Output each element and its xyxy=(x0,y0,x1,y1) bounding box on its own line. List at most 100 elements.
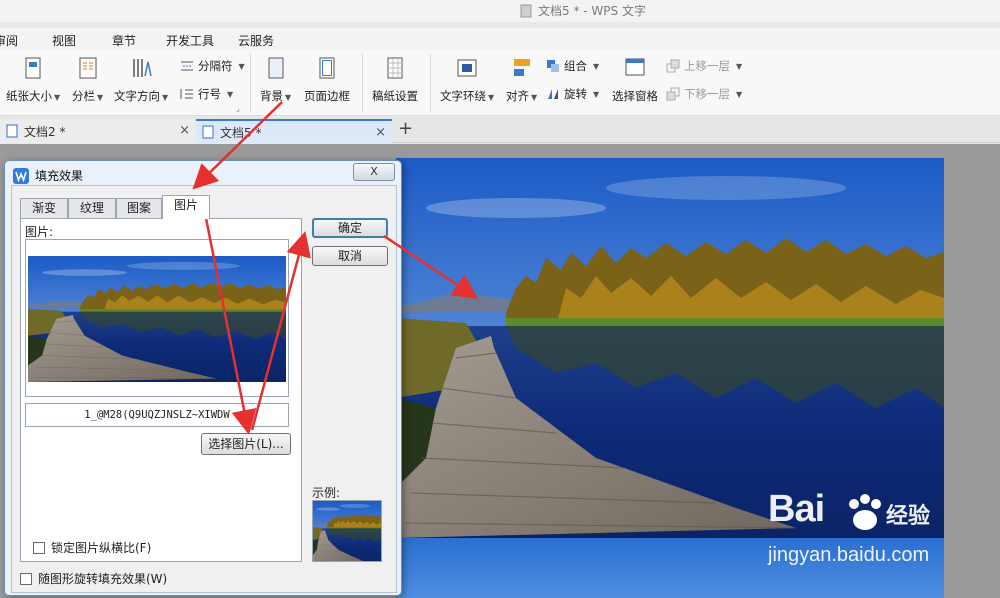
tab-gradient[interactable]: 渐变 xyxy=(20,198,68,218)
menu-chapter[interactable]: 章节 xyxy=(112,32,136,49)
text-direction-button[interactable]: 文字方向 ▼ xyxy=(114,56,168,104)
group-icon xyxy=(547,60,559,72)
dialog-launcher-icon[interactable]: ⌟ xyxy=(236,104,240,113)
caret-down-icon: ▼ xyxy=(593,61,600,71)
tab-label: 文档2 * xyxy=(24,124,66,139)
group-label: 组合 xyxy=(564,59,587,73)
lock-aspect-checkbox[interactable]: 锁定图片纵横比(F) xyxy=(33,539,151,556)
columns-icon xyxy=(79,57,97,79)
columns-button[interactable]: 分栏 ▼ xyxy=(72,56,103,104)
separator-button[interactable]: 分隔符 ▼ xyxy=(180,58,245,74)
picture-preview-frame xyxy=(25,239,289,397)
text-wrap-icon xyxy=(457,59,477,77)
paper-size-button[interactable]: 纸张大小 ▼ xyxy=(6,56,60,104)
menu-cloud[interactable]: 云服务 xyxy=(238,32,274,49)
tab-label: 文档5 * xyxy=(220,125,262,140)
draft-settings-button[interactable]: 稿纸设置 xyxy=(372,56,418,104)
caret-down-icon: ▼ xyxy=(736,61,743,71)
caret-down-icon: ▼ xyxy=(162,93,169,102)
picture-tab-panel: 图片: 1_@M28(Q9UQZJNSLZ~XIWDW 选择图片(L)... 锁… xyxy=(20,218,302,562)
caret-down-icon: ▼ xyxy=(736,89,743,99)
caret-down-icon: ▼ xyxy=(54,93,61,102)
ribbon-divider xyxy=(250,54,251,112)
tab-document-5[interactable]: 文档5 * × xyxy=(196,119,392,143)
text-wrap-button[interactable]: 文字环绕 ▼ xyxy=(440,56,494,104)
picture-file-name: 1_@M28(Q9UQZJNSLZ~XIWDW xyxy=(25,403,289,427)
bring-forward-icon xyxy=(666,59,680,73)
rotate-with-shape-checkbox[interactable]: 随图形旋转填充效果(W) xyxy=(20,570,167,587)
group-button[interactable]: 组合 ▼ xyxy=(546,58,599,74)
caret-down-icon: ▼ xyxy=(531,93,538,102)
document-icon xyxy=(202,125,214,139)
watermark-url: jingyan.baidu.com xyxy=(768,544,930,566)
close-tab-icon[interactable]: × xyxy=(179,123,190,138)
menu-bar: 审阅 视图 章节 开发工具 云服务 xyxy=(0,28,1000,50)
document-icon xyxy=(6,124,18,138)
watermark-brand: Bai xyxy=(768,488,825,530)
line-number-button[interactable]: 行号 ▼ xyxy=(180,86,233,102)
bring-forward-label: 上移一层 xyxy=(684,59,730,73)
picture-label: 图片: xyxy=(25,225,54,239)
document-tab-bar: 文档2 * × 文档5 * × + xyxy=(0,117,1000,143)
checkbox-box[interactable] xyxy=(33,541,45,554)
menu-review[interactable]: 审阅 xyxy=(0,32,18,49)
page-border-button[interactable]: 页面边框 xyxy=(304,56,350,104)
rotate-icon xyxy=(548,89,558,99)
dialog-body: 渐变 纹理 图案 图片 图片: 1_@M28(Q9UQZJNSLZ~XIWDW … xyxy=(11,185,397,593)
choose-picture-button[interactable]: 选择图片(L)... xyxy=(201,433,291,455)
line-number-icon xyxy=(180,89,193,99)
dialog-title-bar: 填充效果 xyxy=(13,167,83,184)
watermark-brand-cn: 经验 xyxy=(886,504,931,529)
window-title: 文档5 * - WPS 文字 xyxy=(520,2,646,19)
rotate-label: 旋转 xyxy=(564,87,587,101)
close-tab-icon[interactable]: × xyxy=(375,125,386,140)
menu-view[interactable]: 视图 xyxy=(52,32,76,49)
send-backward-button[interactable]: 下移一层 ▼ xyxy=(666,86,742,102)
title-bar: 文档5 * - WPS 文字 xyxy=(0,0,1000,22)
tab-texture[interactable]: 纹理 xyxy=(68,198,116,218)
document-icon xyxy=(520,4,532,17)
sample-preview xyxy=(312,500,382,562)
rotate-button[interactable]: 旋转 ▼ xyxy=(546,86,599,102)
wps-logo-icon xyxy=(13,167,29,184)
window-title-text: 文档5 * - WPS 文字 xyxy=(538,4,646,18)
tab-document-2[interactable]: 文档2 * × xyxy=(0,119,196,143)
paper-size-label: 纸张大小 xyxy=(6,89,52,103)
caret-down-icon: ▼ xyxy=(238,61,245,71)
baidu-jingyan-watermark: Bai 经验 jingyan.baidu.com xyxy=(768,488,948,578)
selection-pane-button[interactable]: 选择窗格 xyxy=(612,56,658,104)
draft-settings-label: 稿纸设置 xyxy=(372,89,418,103)
text-direction-icon xyxy=(133,59,152,77)
sample-label: 示例: xyxy=(312,486,341,500)
fill-effects-dialog: 填充效果 X 渐变 纹理 图案 图片 图片: 1_@M28(Q9UQZJNSLZ… xyxy=(4,160,402,596)
tab-picture[interactable]: 图片 xyxy=(162,195,210,219)
background-button[interactable]: 背景 ▼ xyxy=(260,56,291,104)
tab-pattern[interactable]: 图案 xyxy=(116,198,162,218)
paper-size-icon xyxy=(25,57,41,79)
page-border-icon xyxy=(319,57,335,79)
menu-developer[interactable]: 开发工具 xyxy=(166,32,214,49)
caret-down-icon: ▼ xyxy=(488,93,495,102)
page-background-picture xyxy=(396,158,944,538)
background-icon xyxy=(268,57,284,79)
separator-icon xyxy=(181,61,193,71)
selection-pane-label: 选择窗格 xyxy=(612,89,658,103)
align-button[interactable]: 对齐 ▼ xyxy=(506,56,537,104)
caret-down-icon: ▼ xyxy=(285,93,292,102)
align-icon xyxy=(513,59,530,76)
checkbox-box[interactable] xyxy=(20,572,32,585)
background-label: 背景 xyxy=(260,89,283,103)
dialog-close-button[interactable]: X xyxy=(353,163,395,181)
text-wrap-label: 文字环绕 xyxy=(440,89,486,103)
ribbon-divider xyxy=(362,54,363,112)
send-backward-label: 下移一层 xyxy=(684,87,730,101)
new-tab-icon[interactable]: + xyxy=(398,118,413,139)
ok-button[interactable]: 确定 xyxy=(312,218,388,238)
columns-label: 分栏 xyxy=(72,89,95,103)
line-number-label: 行号 xyxy=(198,87,221,101)
bring-forward-button[interactable]: 上移一层 ▼ xyxy=(666,58,742,74)
draft-paper-icon xyxy=(387,57,403,79)
cancel-button[interactable]: 取消 xyxy=(312,246,388,266)
paw-icon xyxy=(849,494,881,530)
lock-aspect-label: 锁定图片纵横比(F) xyxy=(51,541,152,555)
